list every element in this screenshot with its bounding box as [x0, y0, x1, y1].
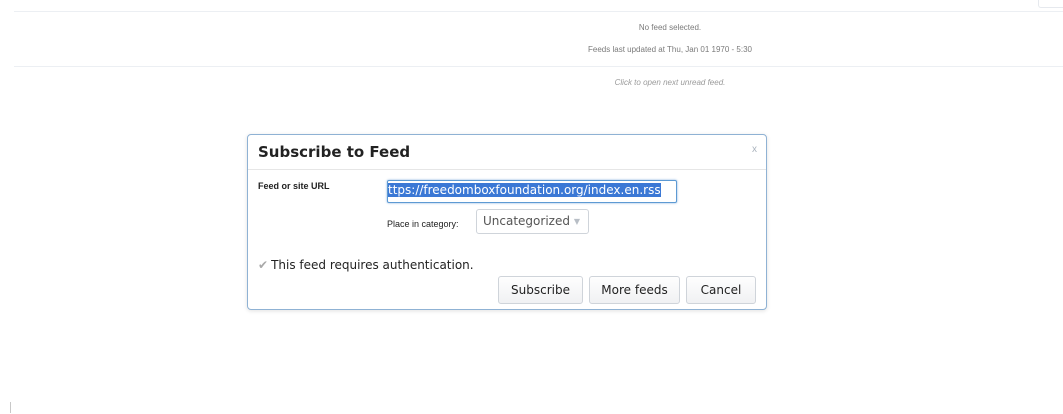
no-feed-text: No feed selected.: [638, 23, 702, 32]
text-caret: [10, 402, 11, 413]
cancel-button[interactable]: Cancel: [686, 276, 756, 304]
auth-label: This feed requires authentication.: [271, 258, 474, 272]
auth-checkbox[interactable]: ✔ This feed requires authentication.: [258, 258, 474, 272]
dialog-header: Subscribe to Feed x: [248, 135, 766, 170]
mid-divider: [14, 66, 1063, 67]
ttrss-page: No feed selected. Feeds last updated at …: [0, 0, 1063, 414]
last-updated-text: Feeds last updated at Thu, Jan 01 1970 -…: [588, 45, 752, 54]
next-unread-link[interactable]: Click to open next unread feed.: [560, 78, 780, 87]
category-select[interactable]: Uncategorized ▼: [476, 209, 589, 234]
corner-handle[interactable]: [1038, 0, 1063, 8]
subscribe-dialog: Subscribe to Feed x Feed or site URL ttp…: [247, 134, 767, 310]
checkmark-icon: ✔: [258, 258, 269, 272]
category-selected-value: Uncategorized: [483, 214, 570, 228]
dialog-title: Subscribe to Feed: [258, 143, 411, 161]
top-divider: [14, 11, 1063, 12]
category-label: Place in category:: [387, 219, 459, 229]
feed-url-input[interactable]: ttps://freedomboxfoundation.org/index.en…: [387, 180, 677, 203]
close-icon[interactable]: x: [752, 144, 757, 155]
feed-url-value: ttps://freedomboxfoundation.org/index.en…: [388, 183, 661, 197]
chevron-down-icon: ▼: [573, 217, 580, 226]
feed-url-label: Feed or site URL: [258, 181, 330, 191]
more-feeds-button[interactable]: More feeds: [589, 276, 680, 304]
subscribe-button[interactable]: Subscribe: [498, 276, 583, 304]
